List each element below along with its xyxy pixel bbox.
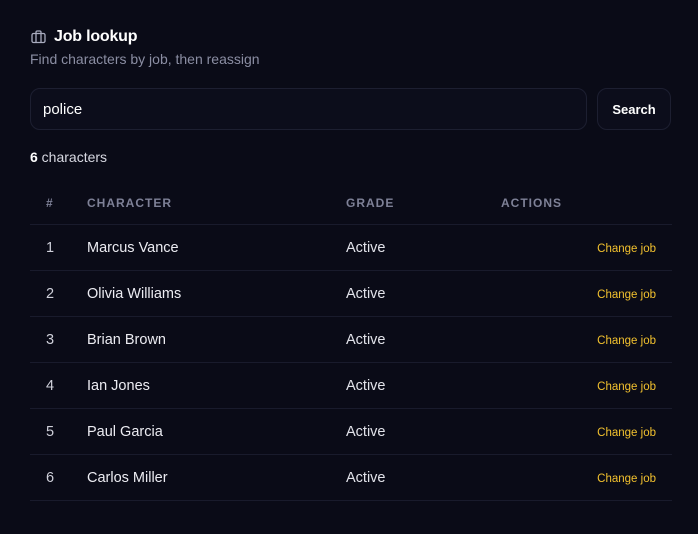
action-cell: Change job (501, 408, 672, 455)
job-lookup-panel: Job lookup Find characters by job, then … (0, 0, 698, 534)
table-row: 6 Carlos Miller Active Change job (30, 454, 672, 501)
results-count-number: 6 (30, 149, 38, 165)
column-header-character: CHARACTER (87, 182, 346, 225)
action-cell: Change job (501, 224, 672, 271)
results-count: 6 characters (30, 149, 670, 165)
character-name: Marcus Vance (87, 224, 346, 271)
character-grade: Active (346, 362, 501, 409)
column-header-grade: GRADE (346, 182, 501, 225)
row-number: 2 (30, 270, 87, 317)
characters-table: # CHARACTER GRADE ACTIONS 1 Marcus Vance… (30, 182, 672, 501)
column-header-number: # (30, 182, 87, 225)
change-job-button[interactable]: Change job (597, 427, 656, 439)
change-job-button[interactable]: Change job (597, 335, 656, 347)
search-button[interactable]: Search (597, 88, 671, 130)
character-name: Carlos Miller (87, 454, 346, 501)
character-name: Olivia Williams (87, 270, 346, 317)
character-grade: Active (346, 316, 501, 363)
table-header-row: # CHARACTER GRADE ACTIONS (30, 182, 672, 225)
table-row: 1 Marcus Vance Active Change job (30, 224, 672, 271)
change-job-button[interactable]: Change job (597, 289, 656, 301)
character-grade: Active (346, 408, 501, 455)
page-subtitle: Find characters by job, then reassign (30, 51, 260, 67)
row-number: 4 (30, 362, 87, 409)
table-row: 3 Brian Brown Active Change job (30, 316, 672, 363)
panel-header: Job lookup (30, 26, 670, 48)
action-cell: Change job (501, 316, 672, 363)
row-number: 6 (30, 454, 87, 501)
character-name: Ian Jones (87, 362, 346, 409)
page-title: Job lookup (54, 28, 138, 45)
character-name: Brian Brown (87, 316, 346, 363)
job-search-input[interactable] (30, 88, 587, 130)
briefcase-icon (30, 29, 46, 45)
column-header-actions: ACTIONS (501, 182, 672, 225)
character-grade: Active (346, 270, 501, 317)
action-cell: Change job (501, 362, 672, 409)
action-cell: Change job (501, 270, 672, 317)
character-name: Paul Garcia (87, 408, 346, 455)
table-row: 2 Olivia Williams Active Change job (30, 270, 672, 317)
results-count-label: characters (37, 149, 108, 165)
table-row: 4 Ian Jones Active Change job (30, 362, 672, 409)
change-job-button[interactable]: Change job (597, 381, 656, 393)
search-row: Search (30, 88, 671, 130)
row-number: 5 (30, 408, 87, 455)
table-row: 5 Paul Garcia Active Change job (30, 408, 672, 455)
change-job-button[interactable]: Change job (597, 243, 656, 255)
character-grade: Active (346, 454, 501, 501)
change-job-button[interactable]: Change job (597, 473, 656, 485)
row-number: 3 (30, 316, 87, 363)
action-cell: Change job (501, 454, 672, 501)
character-grade: Active (346, 224, 501, 271)
row-number: 1 (30, 224, 87, 271)
